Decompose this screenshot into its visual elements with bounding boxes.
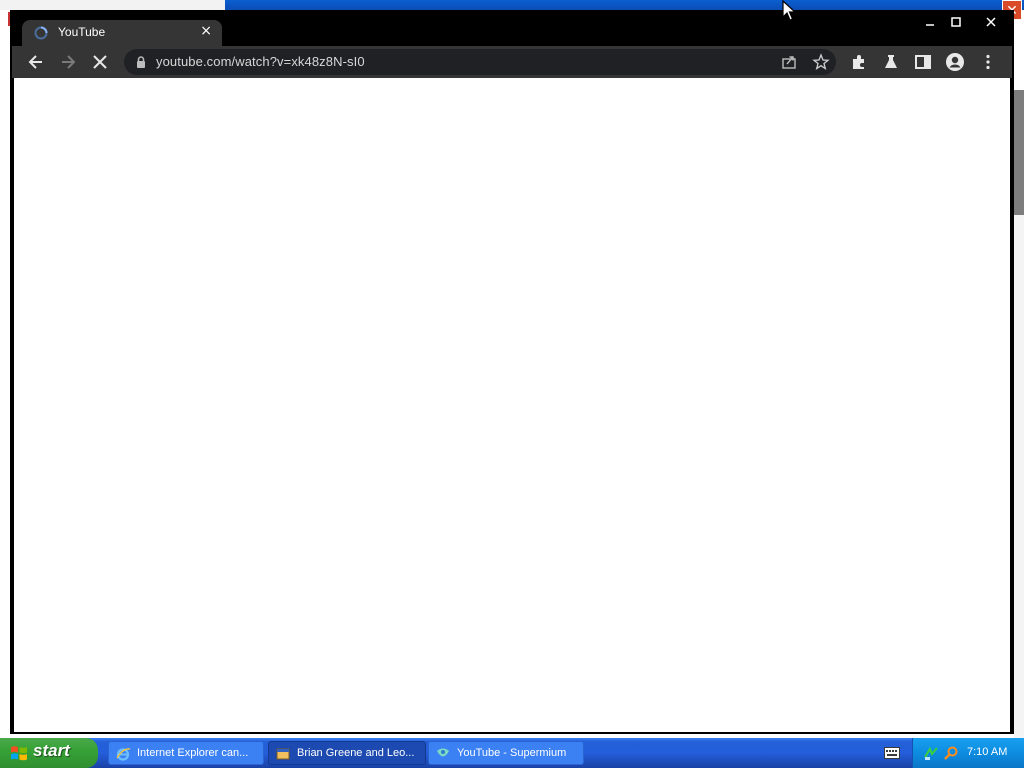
taskbar-item-label: Brian Greene and Leo... [297,747,415,759]
start-label: start [33,741,70,760]
share-icon[interactable] [780,53,798,71]
star-icon[interactable] [812,53,830,71]
side-panel-icon[interactable] [913,52,933,72]
url-text[interactable]: youtube.com/watch?v=xk48z8N-sI0 [156,54,365,69]
page-content-area[interactable] [14,78,1010,732]
start-button[interactable]: start [0,738,98,768]
taskbar-item-label: Internet Explorer can... [137,747,249,759]
loading-spinner-icon [34,26,48,40]
system-tray: 7:10 AM [912,738,1024,768]
taskbar-item-internet-explorer[interactable]: Internet Explorer can... [108,741,264,765]
background-scrollbar-track[interactable] [1014,215,1024,740]
kebab-menu-icon[interactable] [978,52,998,72]
network-icon[interactable] [923,745,939,761]
profile-icon[interactable] [945,52,965,72]
supermium-icon [437,748,449,757]
browser-toolbar: youtube.com/watch?v=xk48z8N-sI0 [12,46,1012,78]
browser-window: YouTube × youtube.com/watch?v=xk48z8N-sI… [10,10,1014,734]
mouse-cursor-icon [782,0,796,21]
taskbar-item-youtube-supermium[interactable]: YouTube - Supermium [428,741,584,765]
background-scrollbar-thumb[interactable] [1014,90,1024,215]
forward-arrow-icon[interactable] [58,52,78,72]
clock[interactable]: 7:10 AM [967,746,1007,758]
ie-icon [116,748,131,761]
flask-icon[interactable] [881,52,901,72]
stop-loading-icon[interactable] [90,52,110,72]
window-icon [276,748,290,760]
lock-icon[interactable] [134,55,148,69]
background-window-edge [0,0,225,10]
taskbar: start Internet Explorer can... Brian Gre… [0,738,1024,768]
taskbar-item-label: YouTube - Supermium [457,747,567,759]
taskbar-item-brian-greene[interactable]: Brian Greene and Leo... [268,741,426,765]
title-bar: YouTube × [12,12,1012,46]
windows-logo-icon [11,746,27,761]
keyboard-icon[interactable] [884,747,900,759]
background-window-titlebar [225,0,1024,10]
tab-youtube[interactable]: YouTube × [22,20,222,46]
maximize-icon[interactable] [943,12,969,32]
address-bar[interactable]: youtube.com/watch?v=xk48z8N-sI0 [124,49,836,75]
tab-title: YouTube [58,25,106,39]
back-arrow-icon[interactable] [26,52,46,72]
minimize-icon[interactable] [917,12,943,32]
tab-close-icon[interactable]: × [200,23,212,39]
search-icon[interactable] [943,745,959,761]
close-icon[interactable] [974,12,1008,32]
puzzle-icon[interactable] [849,52,869,72]
